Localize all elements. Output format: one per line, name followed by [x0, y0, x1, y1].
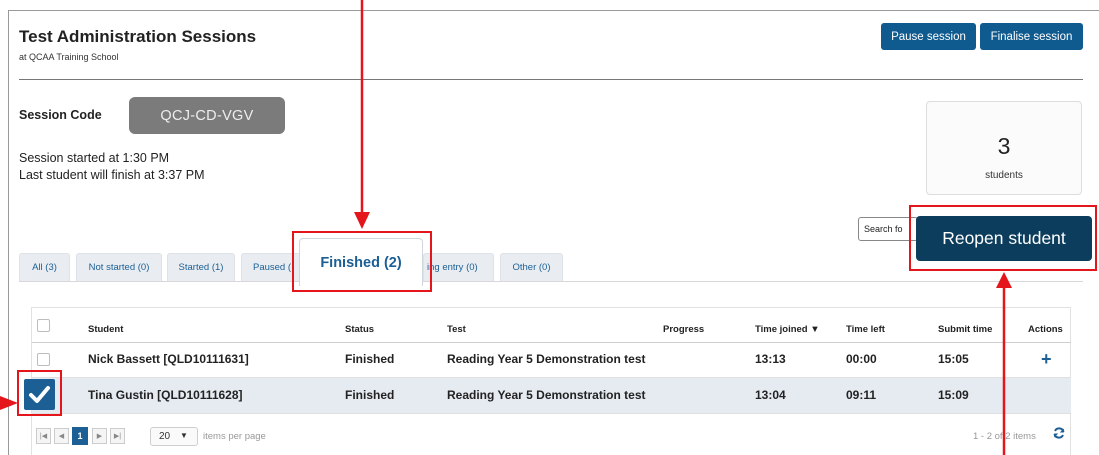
column-header-progress[interactable]: Progress [663, 324, 704, 335]
tab-paused[interactable]: Paused ( [241, 253, 303, 281]
arrow-down-icon [354, 0, 370, 229]
row-time-joined: 13:04 [755, 388, 786, 402]
table-header-divider [32, 342, 1071, 343]
session-code-value: QCJ-CD-VGV [129, 97, 285, 134]
page-subtitle: at QCAA Training School [19, 52, 119, 62]
row-status: Finished [345, 388, 395, 402]
prev-page-icon[interactable]: ◀ [54, 428, 69, 444]
current-page-button[interactable]: 1 [72, 427, 88, 445]
pause-session-button[interactable]: Pause session [881, 23, 976, 50]
column-header-time-joined[interactable]: Time joined ▼ [755, 324, 820, 335]
refresh-icon[interactable] [1052, 426, 1066, 440]
row-checkbox-checked[interactable] [24, 379, 55, 410]
row-test: Reading Year 5 Demonstration test [447, 388, 646, 402]
student-count-card: 3 students [926, 101, 1082, 195]
tab-finished[interactable]: Finished (2) [299, 238, 423, 286]
session-started-text: Session started at 1:30 PM [19, 151, 170, 165]
column-header-status[interactable]: Status [345, 324, 374, 335]
column-header-test[interactable]: Test [447, 324, 466, 335]
row-time-left: 09:11 [846, 388, 877, 402]
page-title: Test Administration Sessions [19, 27, 257, 46]
row-submit-time: 15:09 [938, 388, 969, 402]
row-status: Finished [345, 352, 395, 366]
check-icon [29, 386, 50, 403]
finalise-session-button[interactable]: Finalise session [980, 23, 1083, 50]
tab-not-started[interactable]: Not started (0) [76, 253, 162, 281]
plus-icon[interactable]: + [1041, 350, 1052, 368]
column-header-student[interactable]: Student [88, 324, 123, 335]
select-all-checkbox[interactable] [37, 319, 50, 332]
row-time-left: 00:00 [846, 352, 877, 366]
search-input[interactable]: Search fo [858, 217, 918, 241]
last-page-icon[interactable]: ▶| [110, 428, 125, 444]
arrow-right-icon [0, 396, 18, 410]
column-header-actions: Actions [1028, 324, 1063, 335]
items-per-page-label: items per page [203, 431, 266, 442]
row-checkbox[interactable] [37, 353, 50, 366]
arrow-up-icon [996, 272, 1012, 455]
tabs-divider [19, 281, 1083, 282]
tab-all[interactable]: All (3) [19, 253, 70, 281]
next-page-icon[interactable]: ▶ [92, 428, 107, 444]
reopen-student-button[interactable]: Reopen student [916, 216, 1092, 261]
row-time-joined: 13:13 [755, 352, 786, 366]
row-divider [32, 413, 1071, 414]
column-header-submit-time[interactable]: Submit time [938, 324, 992, 335]
tab-awaiting-entry[interactable]: ing entry (0) [423, 253, 494, 281]
caret-down-icon[interactable]: ▼ [180, 431, 188, 440]
column-header-time-left[interactable]: Time left [846, 324, 885, 335]
last-finish-text: Last student will finish at 3:37 PM [19, 168, 205, 182]
first-page-icon[interactable]: |◀ [36, 428, 51, 444]
header-divider [19, 79, 1083, 80]
tab-started[interactable]: Started (1) [167, 253, 235, 281]
row-submit-time: 15:05 [938, 352, 969, 366]
row-student-name[interactable]: Tina Gustin [QLD10111628] [88, 388, 243, 402]
student-count-label: students [985, 170, 1023, 181]
tab-other[interactable]: Other (0) [500, 253, 563, 281]
row-test: Reading Year 5 Demonstration test [447, 352, 646, 366]
session-code-label: Session Code [19, 108, 102, 122]
row-student-name[interactable]: Nick Bassett [QLD10111631] [88, 352, 249, 366]
student-count: 3 [997, 133, 1011, 159]
page-size-select[interactable]: 20 [150, 427, 198, 446]
